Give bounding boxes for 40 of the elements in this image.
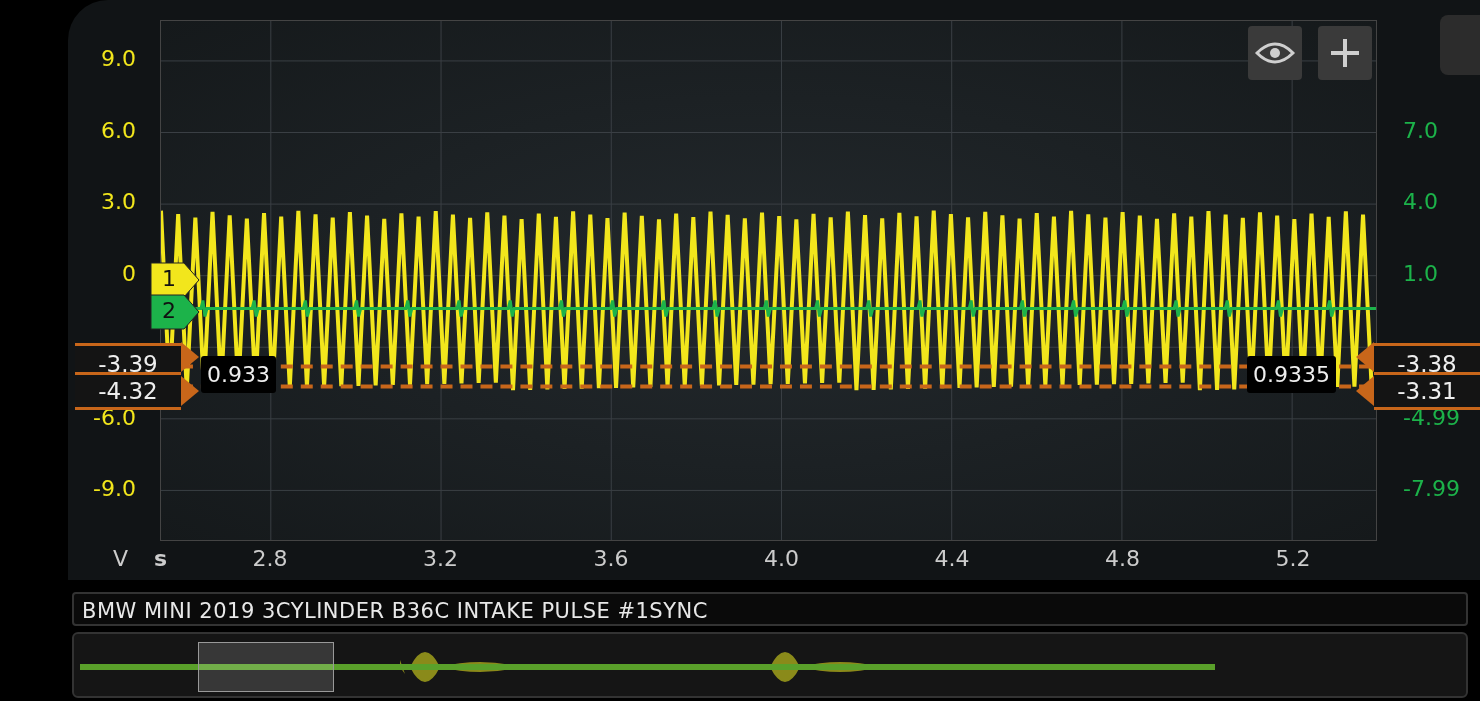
drawer-handle[interactable] (1440, 15, 1480, 75)
axis-label: 3.2 (423, 546, 458, 571)
axis-label: 4.0 (764, 546, 799, 571)
selection-window[interactable] (198, 642, 334, 692)
axis-label: 1.0 (1403, 261, 1438, 287)
add-button[interactable] (1318, 26, 1372, 80)
axis-label: 4.4 (934, 546, 970, 571)
axis-label: 7.0 (1403, 117, 1438, 143)
axis-label: -9.0 (93, 476, 136, 502)
axis-label: 5.2 (1275, 546, 1311, 571)
cursor-arrow-icon (1356, 376, 1374, 406)
cursor-value[interactable]: -4.32 (75, 372, 181, 410)
overview-strip[interactable] (72, 632, 1468, 698)
cursor-arrow-icon (181, 376, 199, 406)
cursor-arrow-icon (1356, 342, 1374, 372)
visibility-button[interactable] (1248, 26, 1302, 80)
channel-number: 1 (162, 266, 176, 291)
cursor-value[interactable]: -3.39 (75, 342, 181, 372)
channel-marker[interactable] (150, 262, 200, 298)
axis-label: 2.8 (252, 546, 288, 571)
cursor-time: 0.9335 (1247, 356, 1336, 393)
plus-icon (1329, 37, 1361, 69)
axis-label: 0 (122, 261, 136, 287)
channel-number: 2 (162, 298, 176, 323)
eye-icon (1255, 41, 1295, 65)
axis-label: -7.99 (1403, 476, 1460, 502)
cursor-value[interactable]: -3.38 (1374, 342, 1480, 372)
axis-label: 9.0 (101, 46, 136, 71)
channel-marker[interactable] (150, 294, 200, 330)
cursor-arrow-icon (181, 342, 199, 372)
axis-unit: V (111, 545, 128, 573)
cursor-time: 0.933 (201, 356, 276, 393)
recording-title: BMW MINI 2019 3CYLINDER B36C INTAKE PULSE #1SYNC (72, 592, 1468, 626)
axis-label: 4.8 (1105, 546, 1140, 571)
axis-label: 3.0 (101, 189, 136, 215)
axis-label: 6.0 (101, 117, 136, 143)
axis-label: 4.0 (1403, 189, 1438, 215)
axis-unit: s (154, 546, 168, 571)
axis-label: 3.6 (593, 546, 629, 571)
cursor-value[interactable]: -3.31 (1374, 372, 1480, 410)
